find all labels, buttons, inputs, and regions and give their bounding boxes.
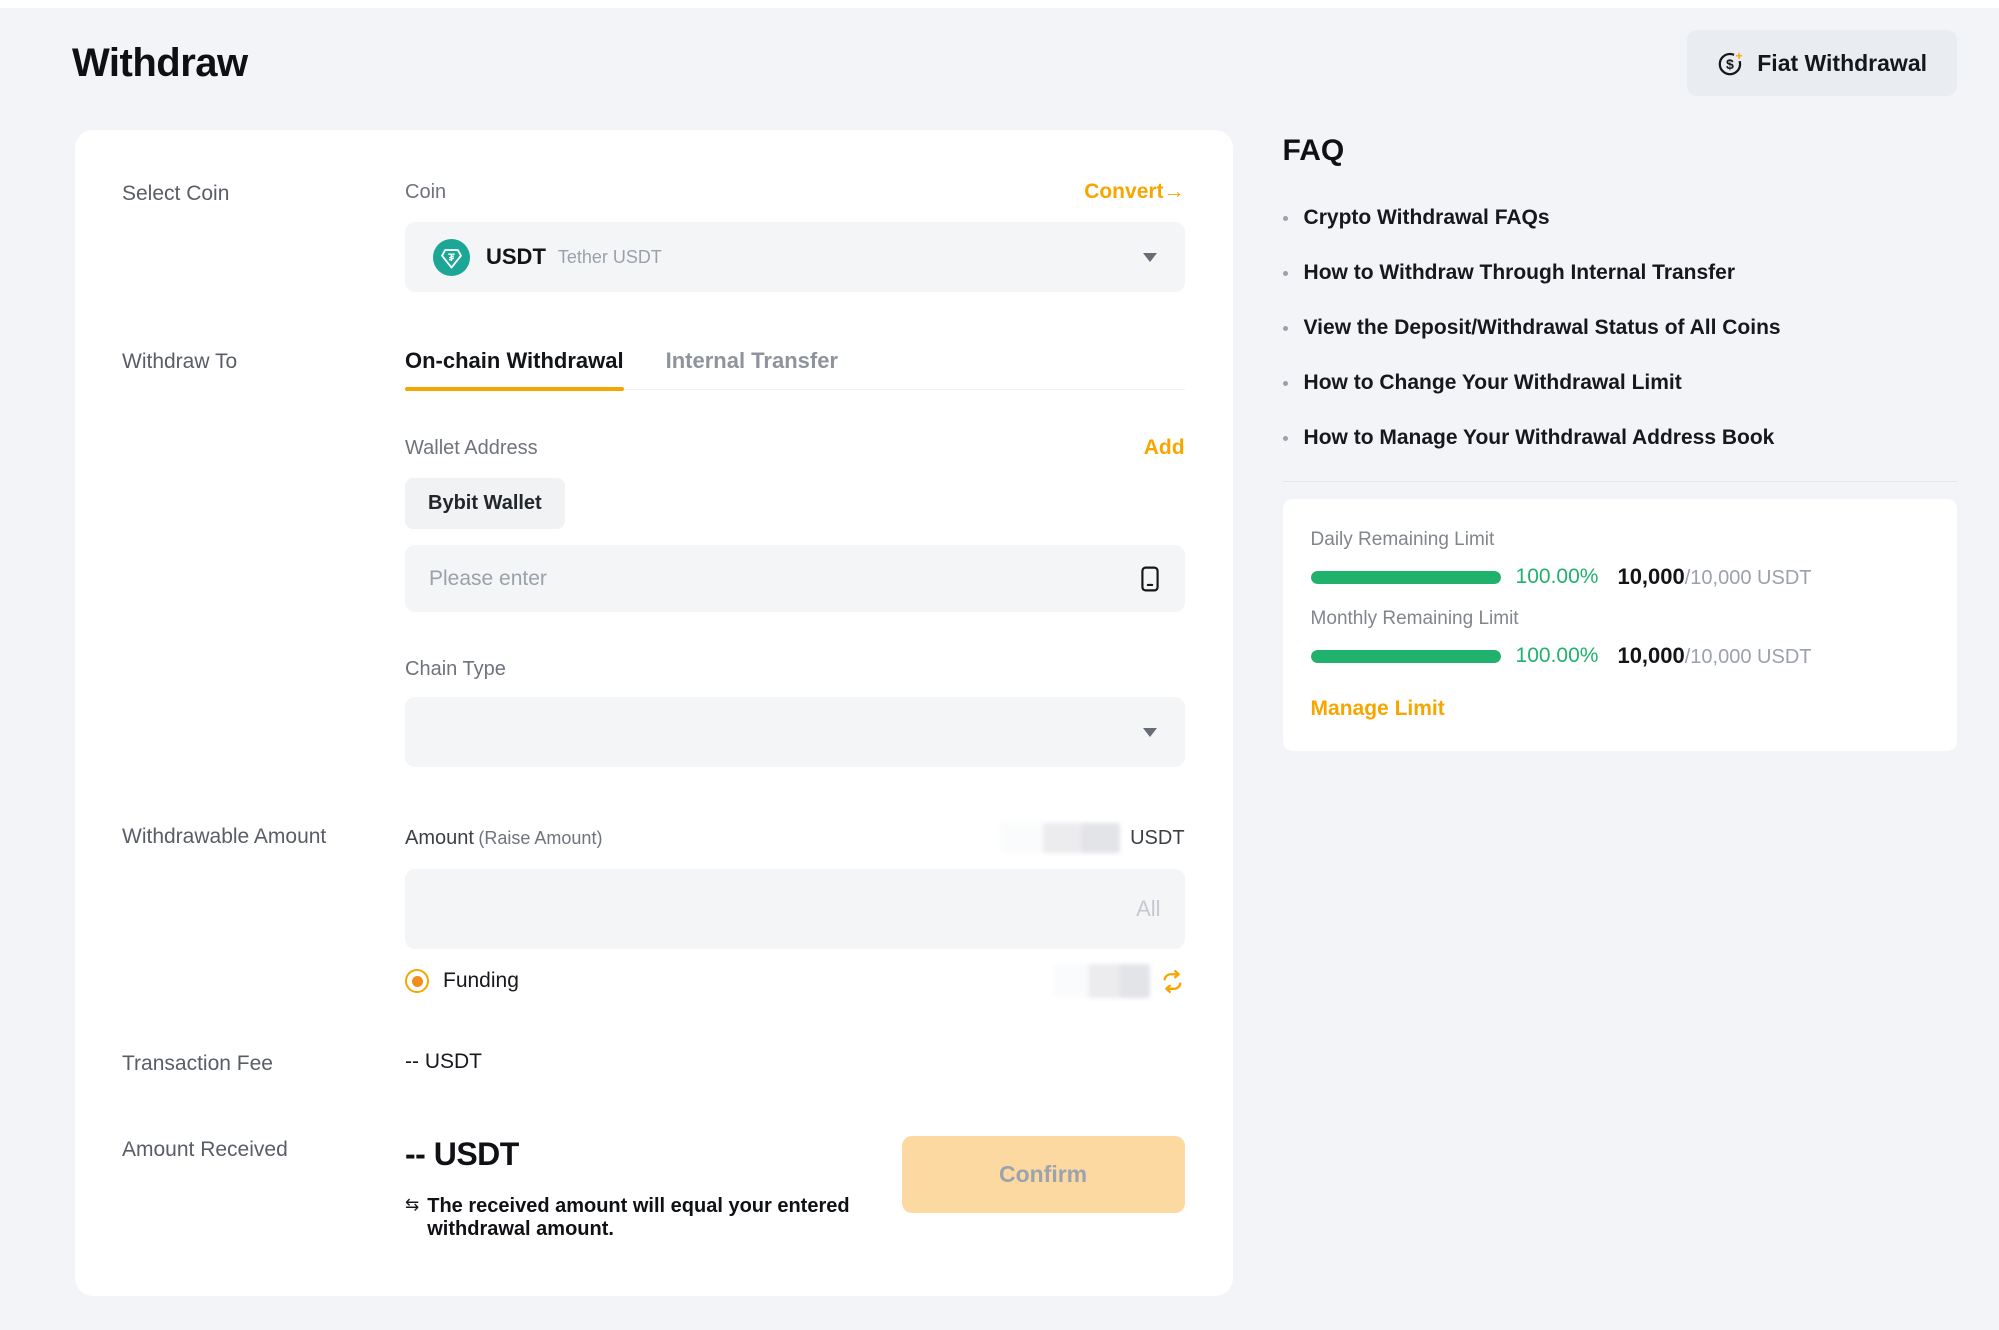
svg-text:$: $: [1726, 56, 1734, 72]
transaction-fee-value: -- USDT: [405, 1050, 1185, 1076]
sidebar-divider: [1283, 481, 1957, 482]
withdraw-form-card: Select Coin Coin Convert→ ₮ USDT T: [75, 130, 1233, 1296]
bullet-icon: [1283, 216, 1288, 221]
usdt-coin-icon: ₮: [433, 239, 470, 276]
faq-item-deposit-withdrawal-status[interactable]: View the Deposit/Withdrawal Status of Al…: [1283, 316, 1957, 340]
refresh-icon[interactable]: [1160, 969, 1185, 994]
monthly-limit-remaining: 10,000: [1617, 643, 1684, 668]
chevron-down-icon: [1143, 253, 1157, 262]
withdraw-to-label: Withdraw To: [122, 348, 405, 767]
redacted-balance-value: [1000, 823, 1120, 853]
faq-sidebar: FAQ Crypto Withdrawal FAQs How to Withdr…: [1283, 130, 1957, 751]
address-book-icon[interactable]: [1139, 566, 1161, 592]
daily-limit-total: /10,000 USDT: [1685, 567, 1812, 589]
amount-label: Amount: [405, 827, 474, 849]
funding-label: Funding: [443, 969, 519, 993]
faq-list: Crypto Withdrawal FAQs How to Withdraw T…: [1283, 206, 1957, 450]
monthly-limit-progress: [1311, 650, 1501, 663]
wallet-address-label: Wallet Address: [405, 437, 538, 460]
faq-item-manage-address-book[interactable]: How to Manage Your Withdrawal Address Bo…: [1283, 426, 1957, 450]
daily-limit-percent: 100.00%: [1516, 565, 1599, 589]
transaction-fee-row: Transaction Fee -- USDT: [122, 1050, 1185, 1076]
select-coin-label: Select Coin: [122, 180, 405, 292]
coin-fullname: Tether USDT: [558, 247, 662, 268]
chain-type-label: Chain Type: [405, 658, 1185, 681]
bullet-icon: [1283, 271, 1288, 276]
withdrawable-amount-row: Withdrawable Amount Amount (Raise Amount…: [122, 823, 1185, 998]
amount-received-row: Amount Received -- USDT ⇆ The received a…: [122, 1136, 1185, 1241]
svg-text:₮: ₮: [448, 252, 455, 264]
tab-internal-transfer[interactable]: Internal Transfer: [666, 348, 838, 389]
transaction-fee-label: Transaction Fee: [122, 1050, 405, 1076]
convert-arrow-icon: →: [1164, 180, 1185, 203]
faq-item-internal-transfer[interactable]: How to Withdraw Through Internal Transfe…: [1283, 261, 1957, 285]
convert-link[interactable]: Convert→: [1084, 180, 1184, 204]
amount-field: [405, 869, 1185, 949]
swap-arrows-icon: ⇆: [405, 1195, 419, 1241]
amount-unit: USDT: [1130, 827, 1184, 850]
daily-limit-progress: [1311, 571, 1501, 584]
coin-label: Coin: [405, 181, 446, 204]
amount-input[interactable]: [429, 896, 1161, 922]
radio-selected-icon: [405, 969, 429, 993]
monthly-limit-label: Monthly Remaining Limit: [1311, 608, 1929, 630]
tab-onchain-withdrawal[interactable]: On-chain Withdrawal: [405, 348, 624, 389]
withdraw-to-row: Withdraw To On-chain Withdrawal Internal…: [122, 348, 1185, 767]
faq-item-change-withdrawal-limit[interactable]: How to Change Your Withdrawal Limit: [1283, 371, 1957, 395]
withdrawal-limit-card: Daily Remaining Limit 100.00% 10,000/10,…: [1283, 499, 1957, 751]
withdrawable-amount-label: Withdrawable Amount: [122, 823, 405, 998]
redacted-funding-value: [1054, 964, 1150, 998]
amount-sublabel: (Raise Amount): [478, 828, 602, 848]
wallet-address-input[interactable]: [429, 567, 1139, 591]
window-top-frame: [0, 0, 1999, 8]
fiat-withdrawal-button[interactable]: $ + Fiat Withdrawal: [1687, 30, 1957, 96]
amount-received-note: The received amount will equal your ente…: [427, 1195, 875, 1241]
amount-received-label: Amount Received: [122, 1136, 405, 1241]
add-address-link[interactable]: Add: [1144, 436, 1185, 460]
confirm-button[interactable]: Confirm: [902, 1136, 1185, 1213]
monthly-limit-percent: 100.00%: [1516, 644, 1599, 668]
wallet-address-field: [405, 545, 1185, 612]
bullet-icon: [1283, 436, 1288, 441]
daily-limit-label: Daily Remaining Limit: [1311, 529, 1929, 551]
chevron-down-icon: [1143, 728, 1157, 737]
bullet-icon: [1283, 381, 1288, 386]
select-coin-row: Select Coin Coin Convert→ ₮ USDT T: [122, 180, 1185, 292]
manage-limit-link[interactable]: Manage Limit: [1311, 697, 1445, 721]
monthly-limit-total: /10,000 USDT: [1685, 646, 1812, 668]
coin-select[interactable]: ₮ USDT Tether USDT: [405, 222, 1185, 292]
coin-symbol: USDT: [486, 244, 546, 270]
faq-title: FAQ: [1283, 134, 1957, 168]
faq-item-crypto-withdrawal-faqs[interactable]: Crypto Withdrawal FAQs: [1283, 206, 1957, 230]
fiat-withdrawal-label: Fiat Withdrawal: [1757, 50, 1927, 77]
bybit-wallet-chip[interactable]: Bybit Wallet: [405, 478, 565, 529]
bullet-icon: [1283, 326, 1288, 331]
page-title: Withdraw: [72, 41, 248, 86]
page-header: Withdraw $ + Fiat Withdrawal: [0, 0, 1999, 96]
withdraw-tabs: On-chain Withdrawal Internal Transfer: [405, 348, 1185, 390]
amount-received-value: -- USDT: [405, 1136, 875, 1173]
svg-text:+: +: [1736, 50, 1743, 63]
chain-type-select[interactable]: [405, 697, 1185, 767]
fiat-coin-icon: $ +: [1717, 50, 1744, 77]
funding-radio[interactable]: Funding: [405, 969, 519, 993]
daily-limit-remaining: 10,000: [1617, 564, 1684, 589]
